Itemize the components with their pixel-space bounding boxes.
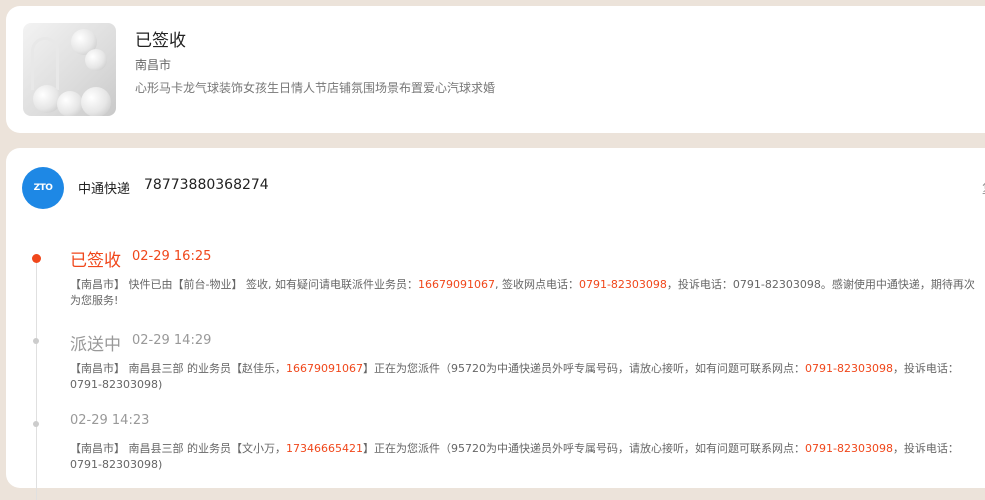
event-description: 【南昌市】 南昌县三部 的业务员【文小万，17346665421】正在为您派件（… <box>70 441 985 473</box>
product-name[interactable]: 心形马卡龙气球装饰女孩生日情人节店铺氛围场景布置爱心汽球求婚 <box>135 79 495 96</box>
event-time: 02-29 14:23 <box>70 413 150 428</box>
event-desc-text: 】正在为您派件（95720为中通快递员外呼专属号码，请放心接听，如有问题可联系网… <box>362 362 805 375</box>
courier-phone-link[interactable]: 16679091067 <box>286 362 363 375</box>
event-desc-text: 【南昌市】 南昌县三部 的业务员【文小万， <box>70 442 286 455</box>
timeline-dot <box>33 421 39 427</box>
station-phone-link[interactable]: 0791-82303098 <box>805 442 893 455</box>
product-card[interactable]: 已签收 南昌市 心形马卡龙气球装饰女孩生日情人节店铺氛围场景布置爱心汽球求婚 <box>6 6 985 133</box>
tracking-card: ZTO 中通快递 78773880368274 复 已签收 02-29 16:2… <box>6 148 985 500</box>
event-desc-text: , 签收网点电话： <box>494 278 579 291</box>
tracking-number[interactable]: 78773880368274 <box>144 177 269 193</box>
timeline-dot <box>33 338 39 344</box>
event-status: 派送中 <box>70 335 121 355</box>
thumbnail-arch-decor <box>31 37 59 90</box>
courier-phone-link[interactable]: 17346665421 <box>286 442 363 455</box>
courier-logo-icon: ZTO <box>22 167 64 209</box>
product-thumbnail[interactable] <box>23 23 116 116</box>
timeline-line <box>36 260 37 500</box>
event-desc-text: 【南昌市】 快件已由【前台-物业】 签收, 如有疑问请电联派件业务员： <box>70 278 418 291</box>
event-status: 已签收 <box>70 251 121 271</box>
station-phone-link[interactable]: 0791-82303098 <box>579 278 667 291</box>
delivery-status-title: 已签收 <box>135 31 186 51</box>
thumbnail-balloon <box>57 91 83 116</box>
event-description: 【南昌市】 南昌县三部 的业务员【赵佳乐，16679091067】正在为您派件（… <box>70 361 985 393</box>
event-desc-text: 】正在为您派件（95720为中通快递员外呼专属号码，请放心接听，如有问题可联系网… <box>362 442 805 455</box>
event-time: 02-29 14:29 <box>132 333 212 348</box>
event-description: 【南昌市】 快件已由【前台-物业】 签收, 如有疑问请电联派件业务员：16679… <box>70 277 985 309</box>
station-phone-link[interactable]: 0791-82303098 <box>805 362 893 375</box>
thumbnail-balloon <box>81 87 111 116</box>
event-desc-text: 【南昌市】 南昌县三部 的业务员【赵佳乐， <box>70 362 286 375</box>
courier-phone-link[interactable]: 16679091067 <box>418 278 495 291</box>
courier-name: 中通快递 <box>78 182 131 197</box>
event-time: 02-29 16:25 <box>132 249 212 264</box>
delivery-city: 南昌市 <box>135 58 172 72</box>
timeline-dot-active <box>32 254 41 263</box>
thumbnail-balloon <box>85 49 107 71</box>
